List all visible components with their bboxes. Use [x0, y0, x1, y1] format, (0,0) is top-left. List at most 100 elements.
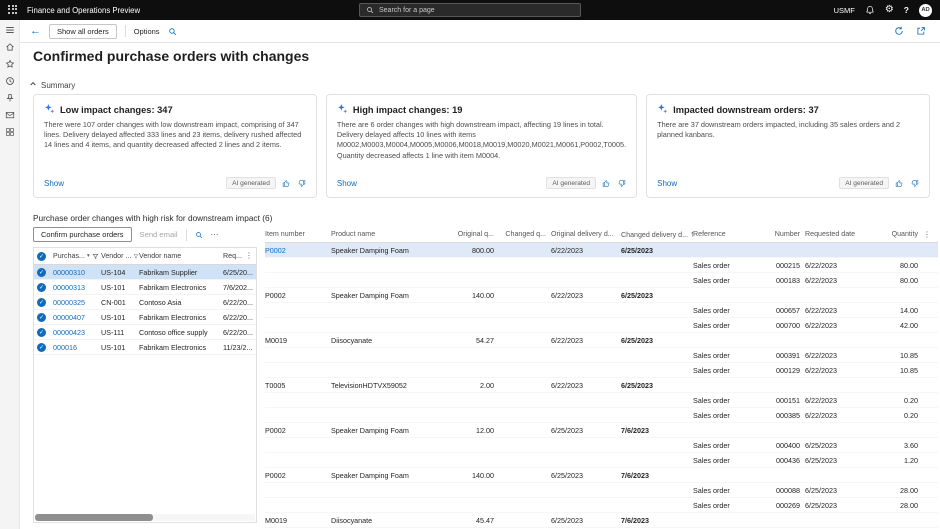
- detail-row[interactable]: Sales order0001516/22/20230.20: [265, 393, 938, 408]
- detail-row[interactable]: Sales order0004366/25/20231.20: [265, 453, 938, 468]
- more-commands-icon[interactable]: ⋯: [211, 230, 219, 239]
- mail-icon[interactable]: [5, 110, 15, 120]
- col-quantity[interactable]: Quantity: [873, 230, 923, 238]
- show-all-orders-button[interactable]: Show all orders: [49, 24, 117, 39]
- col-number[interactable]: Number: [755, 230, 805, 238]
- col-vendor-account[interactable]: Vendor ...: [101, 252, 139, 260]
- detail-row[interactable]: Sales order0002156/22/202380.00: [265, 258, 938, 273]
- row-check-icon[interactable]: ✓: [37, 268, 46, 277]
- detail-row[interactable]: P0002Speaker Damping Foam12.006/25/20237…: [265, 423, 938, 438]
- card-title: High impact changes: 19: [353, 105, 463, 115]
- thumbs-down-icon[interactable]: [910, 179, 919, 188]
- po-number-link[interactable]: 00000310: [53, 268, 101, 277]
- show-link[interactable]: Show: [337, 179, 357, 188]
- confirm-purchase-orders-button[interactable]: Confirm purchase orders: [33, 227, 132, 242]
- bell-icon[interactable]: [865, 5, 875, 15]
- col-reference[interactable]: Reference: [693, 230, 755, 238]
- scrollbar-thumb[interactable]: [35, 514, 153, 521]
- col-vendor-name[interactable]: Vendor name: [139, 252, 223, 260]
- grid-options-icon[interactable]: ⋮: [923, 230, 937, 239]
- open-in-new-icon[interactable]: [916, 26, 926, 36]
- sparkle-icon: [44, 103, 55, 116]
- detail-row[interactable]: Sales order0003916/22/202310.85: [265, 348, 938, 363]
- detail-row[interactable]: Sales order0007006/22/202342.00: [265, 318, 938, 333]
- pin-icon[interactable]: [5, 93, 15, 103]
- show-link[interactable]: Show: [44, 179, 64, 188]
- col-requested-date[interactable]: Requested date: [805, 230, 873, 238]
- ai-generated-badge: AI generated: [839, 177, 889, 189]
- thumbs-down-icon[interactable]: [617, 179, 626, 188]
- col-item-number[interactable]: Item number: [265, 230, 331, 238]
- home-icon[interactable]: [5, 42, 15, 52]
- detail-row[interactable]: Sales order0001836/22/202380.00: [265, 273, 938, 288]
- summary-section-toggle[interactable]: Summary: [29, 80, 75, 90]
- po-number-link[interactable]: 00000313: [53, 283, 101, 292]
- horizontal-scrollbar[interactable]: [35, 514, 255, 521]
- thumbs-down-icon[interactable]: [297, 179, 306, 188]
- help-icon[interactable]: ?: [904, 5, 909, 15]
- item-number[interactable]: P0002: [265, 246, 331, 255]
- po-row[interactable]: ✓000016US-101Fabrikam Electronics11/23/2…: [34, 340, 256, 355]
- col-changed-delivery[interactable]: Changed delivery d... ↑: [621, 230, 693, 239]
- col-original-qty[interactable]: Original q...: [443, 230, 499, 238]
- po-row[interactable]: ✓00000423US-111Contoso office supply6/22…: [34, 325, 256, 340]
- po-row[interactable]: ✓00000310US-104Fabrikam Supplier6/25/20.…: [34, 265, 256, 280]
- actionbar-right: [894, 26, 930, 36]
- po-row[interactable]: ✓00000325CN-001Contoso Asia6/22/20...: [34, 295, 256, 310]
- clock-icon[interactable]: [5, 76, 15, 86]
- number: 000151: [755, 396, 805, 405]
- col-purchase-order[interactable]: Purchas...▾: [53, 252, 101, 260]
- toolbar-search-icon[interactable]: [168, 27, 177, 36]
- hamburger-icon[interactable]: [5, 25, 15, 35]
- detail-row[interactable]: Sales order0004006/25/20233.60: [265, 438, 938, 453]
- list-search-icon[interactable]: [195, 231, 203, 239]
- row-check-icon[interactable]: ✓: [37, 313, 46, 322]
- thumbs-up-icon[interactable]: [895, 179, 904, 188]
- card-title: Impacted downstream orders: 37: [673, 105, 819, 115]
- row-check-icon[interactable]: ✓: [37, 283, 46, 292]
- detail-row[interactable]: Sales order0006576/22/202314.00: [265, 303, 938, 318]
- detail-row[interactable]: Sales order0000886/25/202328.00: [265, 483, 938, 498]
- detail-row[interactable]: Sales order0002696/25/202328.00: [265, 498, 938, 513]
- modules-icon[interactable]: [5, 127, 15, 137]
- send-email-button[interactable]: Send email: [140, 230, 178, 239]
- detail-row[interactable]: Sales order0001296/22/202310.85: [265, 363, 938, 378]
- detail-row[interactable]: P0002Speaker Damping Foam140.006/22/2023…: [265, 288, 938, 303]
- show-link[interactable]: Show: [657, 179, 677, 188]
- requested-date: 6/22/2023: [805, 321, 873, 330]
- col-product-name[interactable]: Product name: [331, 230, 443, 238]
- app-launcher-icon[interactable]: [8, 5, 19, 16]
- detail-row[interactable]: T0005TelevisionHDTVX590522.006/22/20236/…: [265, 378, 938, 393]
- search-icon: [366, 6, 374, 14]
- global-search-input[interactable]: Search for a page: [359, 3, 581, 17]
- po-number-link[interactable]: 000016: [53, 343, 101, 352]
- company-selector[interactable]: USMF: [834, 6, 855, 15]
- po-number-link[interactable]: 00000407: [53, 313, 101, 322]
- detail-row[interactable]: Sales order0003856/22/20230.20: [265, 408, 938, 423]
- po-row[interactable]: ✓00000407US-101Fabrikam Electronics6/22/…: [34, 310, 256, 325]
- gear-icon[interactable]: ⚙: [885, 5, 894, 15]
- back-arrow-icon[interactable]: ←: [30, 26, 41, 37]
- refresh-icon[interactable]: [894, 26, 904, 36]
- thumbs-up-icon[interactable]: [282, 179, 291, 188]
- po-number-link[interactable]: 00000325: [53, 298, 101, 307]
- select-all-check-icon[interactable]: ✓: [37, 252, 46, 261]
- detail-row[interactable]: M0019Diisocyanate54.276/22/20236/25/2023: [265, 333, 938, 348]
- po-number-link[interactable]: 00000423: [53, 328, 101, 337]
- star-icon[interactable]: [5, 59, 15, 69]
- grid-options-icon[interactable]: ⋮: [245, 251, 253, 260]
- avatar[interactable]: AD: [919, 4, 932, 17]
- col-original-delivery[interactable]: Original delivery d...: [551, 230, 621, 238]
- thumbs-up-icon[interactable]: [602, 179, 611, 188]
- number: 000700: [755, 321, 805, 330]
- row-check-icon[interactable]: ✓: [37, 328, 46, 337]
- detail-row[interactable]: P0002Speaker Damping Foam800.006/22/2023…: [265, 243, 938, 258]
- row-check-icon[interactable]: ✓: [37, 298, 46, 307]
- col-changed-qty[interactable]: Changed q...: [499, 230, 551, 238]
- row-check-icon[interactable]: ✓: [37, 343, 46, 352]
- detail-row[interactable]: P0002Speaker Damping Foam140.006/25/2023…: [265, 468, 938, 483]
- changed-delivery-date: 6/25/2023: [621, 381, 693, 390]
- detail-row[interactable]: M0019Diisocyanate45.476/25/20237/6/2023: [265, 513, 938, 528]
- options-tab[interactable]: Options: [134, 27, 160, 36]
- po-row[interactable]: ✓00000313US-101Fabrikam Electronics7/6/2…: [34, 280, 256, 295]
